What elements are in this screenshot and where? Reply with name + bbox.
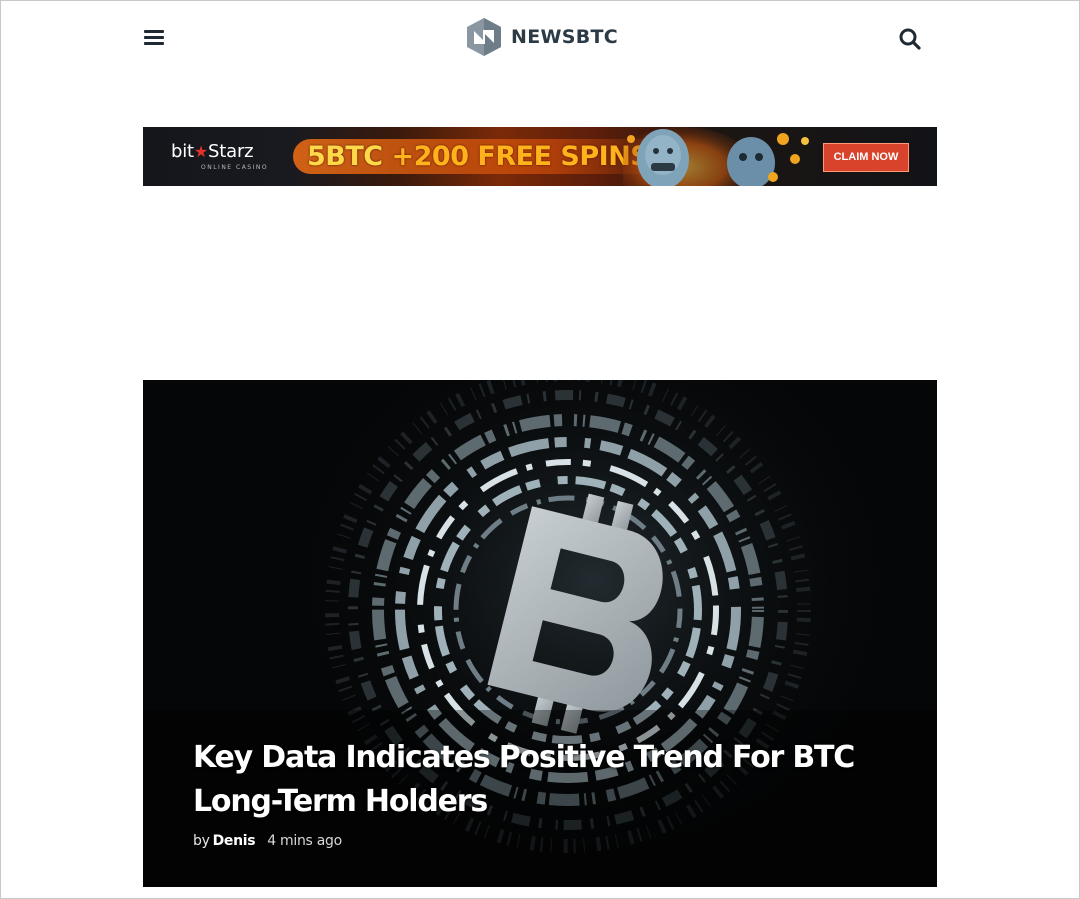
by-label: by xyxy=(193,833,210,849)
banner-brand-subtitle: ONLINE CASINO xyxy=(201,164,269,171)
banner-offer-rest: +200 FREE SPINS xyxy=(382,141,650,172)
banner-characters-illustration xyxy=(623,127,809,186)
logo-text: NEWSBTC xyxy=(511,26,619,48)
article-timestamp: 4 mins ago xyxy=(267,833,342,849)
site-header: NEWSBTC xyxy=(0,0,1080,80)
banner-ad[interactable]: bit★Starz ONLINE CASINO 5BTC +200 FREE S… xyxy=(143,127,937,186)
site-logo[interactable]: NEWSBTC xyxy=(463,16,618,58)
article-title[interactable]: Key Data Indicates Positive Trend For BT… xyxy=(193,736,893,824)
banner-brand-right: Starz xyxy=(208,141,254,162)
banner-brand-left: bit xyxy=(171,141,194,162)
banner-brand: bit★Starz xyxy=(171,141,254,162)
featured-article[interactable]: Key Data Indicates Positive Trend For BT… xyxy=(143,380,937,887)
author-link[interactable]: Denis xyxy=(213,833,256,849)
menu-bar-middle xyxy=(144,36,164,39)
banner-offer-text: 5BTC +200 FREE SPINS xyxy=(293,139,666,174)
search-icon[interactable] xyxy=(897,26,923,52)
menu-bar-top xyxy=(144,30,164,33)
article-meta: by Denis 4 mins ago xyxy=(193,833,342,849)
menu-bar-bottom xyxy=(144,42,164,45)
star-icon: ★ xyxy=(193,142,209,161)
claim-now-button[interactable]: CLAIM NOW xyxy=(823,143,909,172)
menu-button[interactable] xyxy=(143,27,167,49)
newsbtc-logo-icon xyxy=(467,18,501,56)
banner-offer-amount: 5BTC xyxy=(307,141,383,172)
